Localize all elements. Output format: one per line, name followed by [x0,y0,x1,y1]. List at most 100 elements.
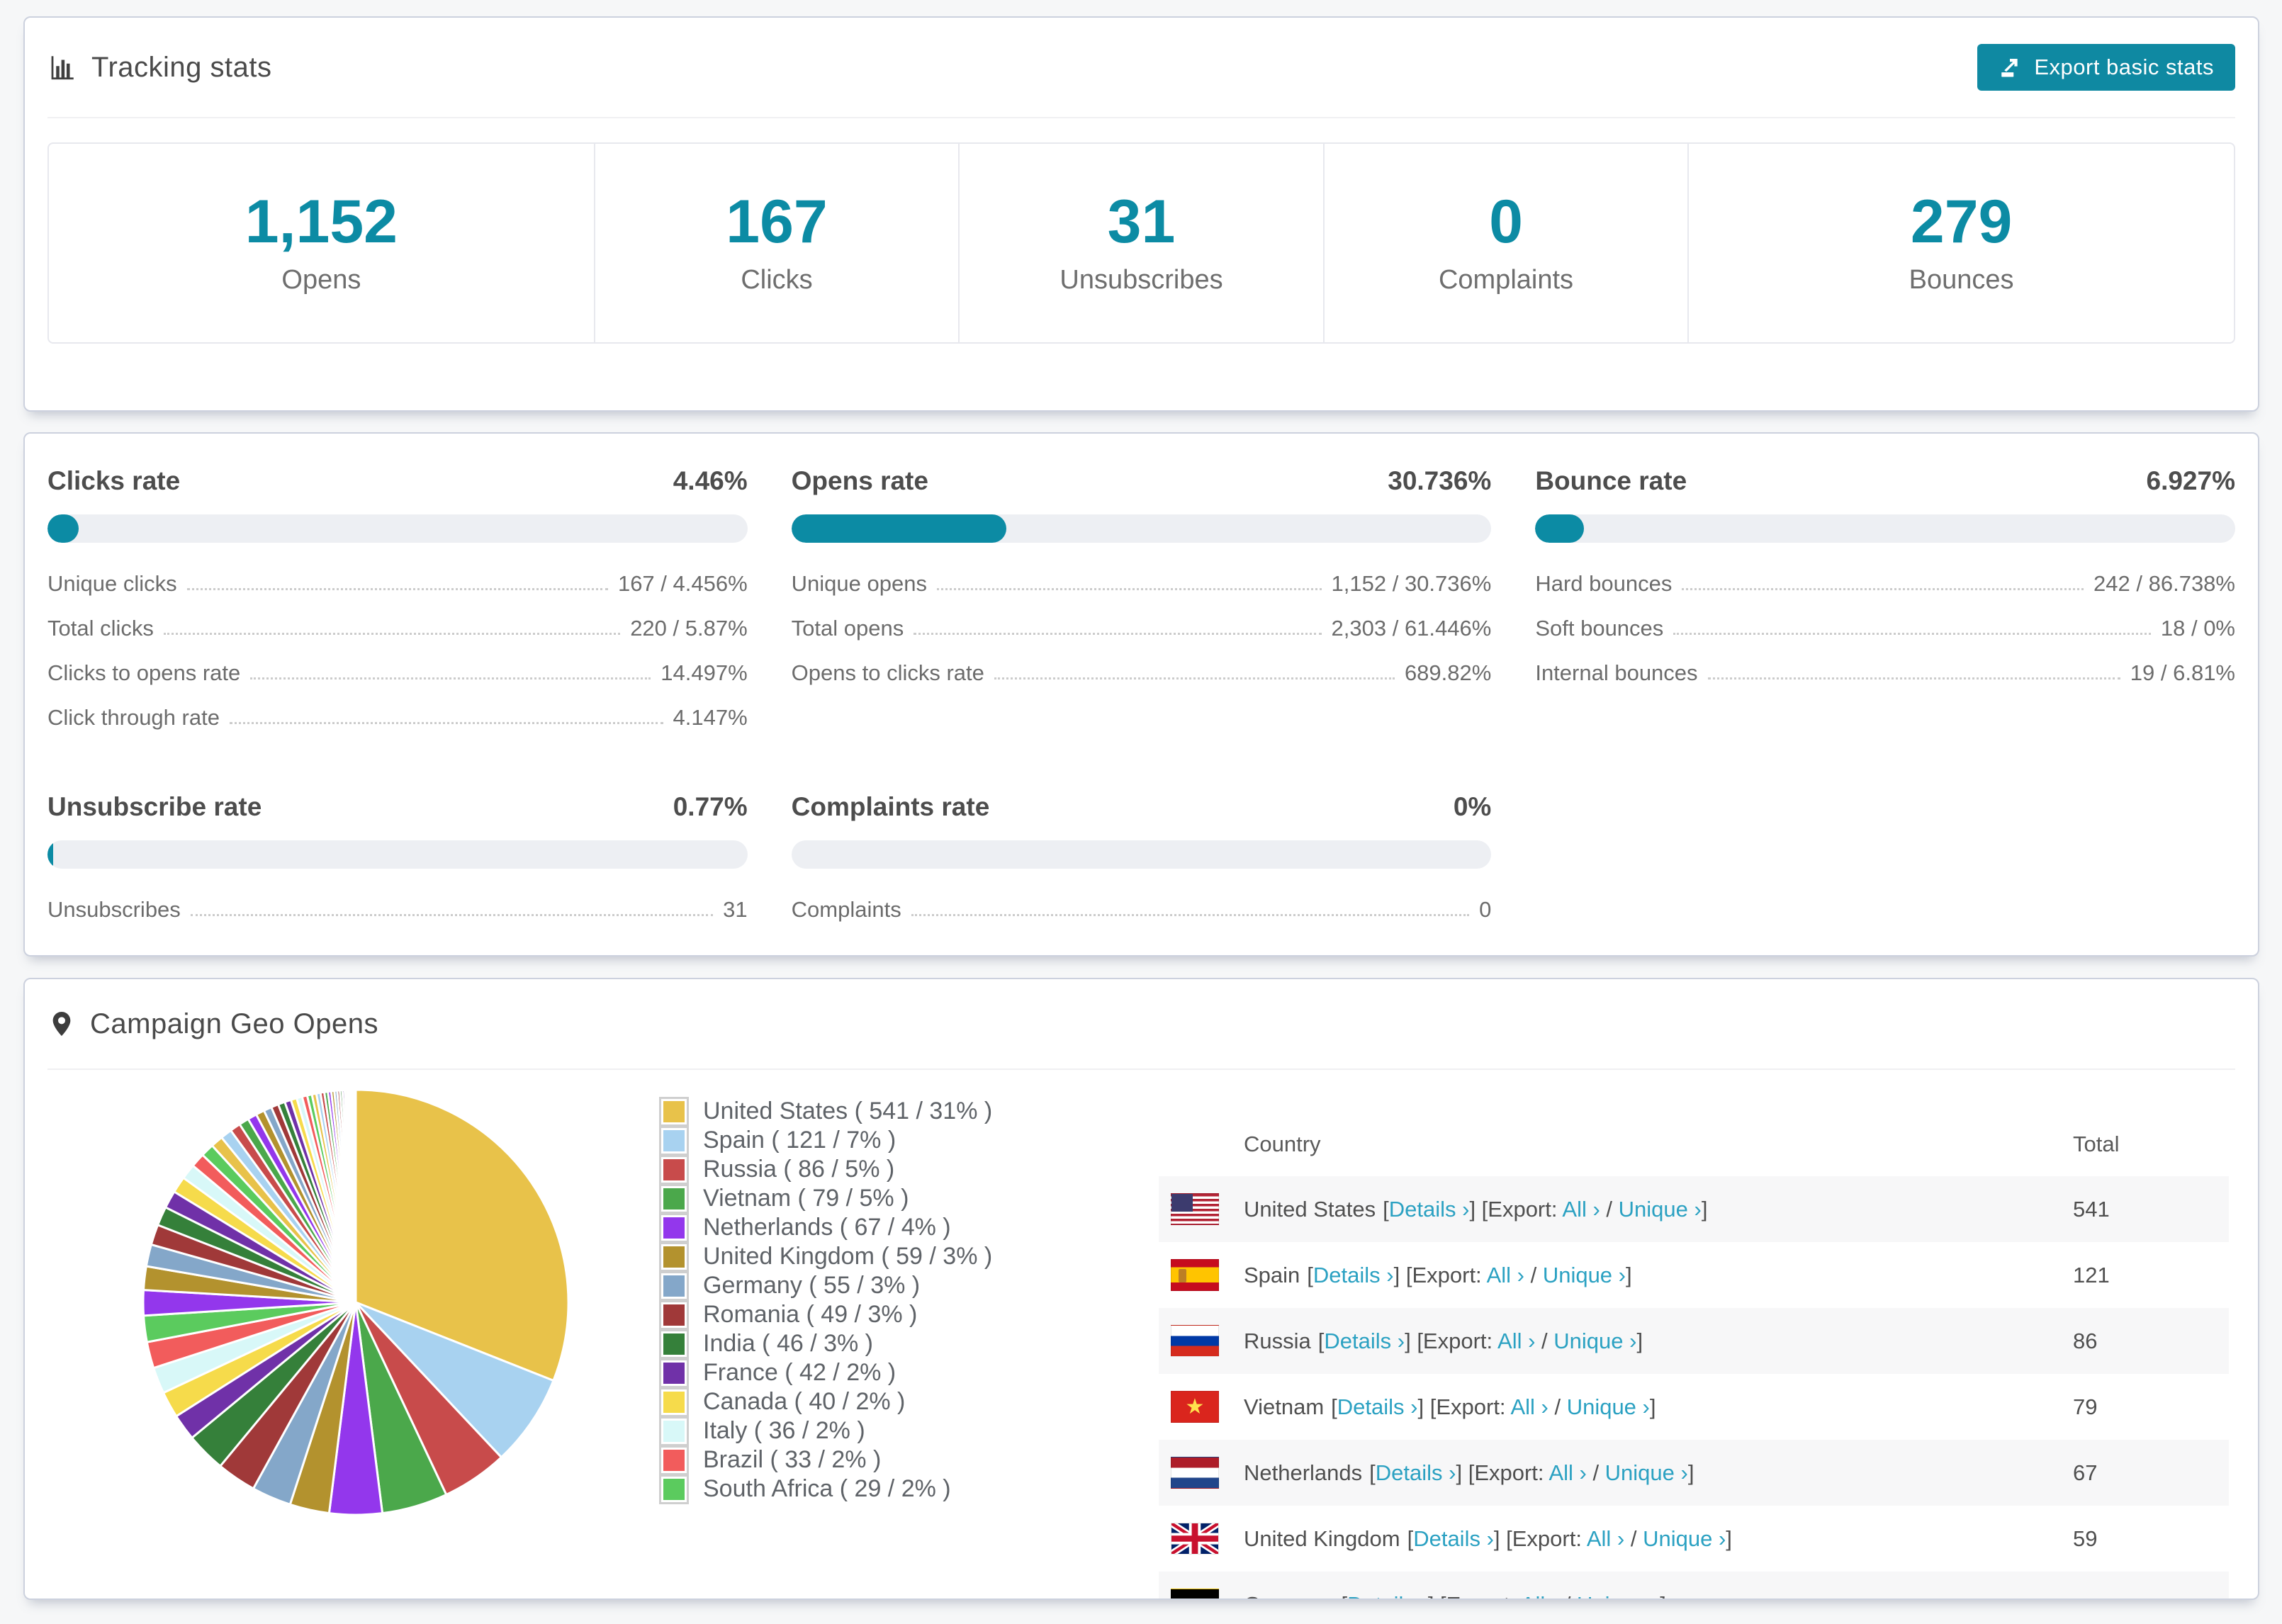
rate-section-clicks-rate: Clicks rate 4.46% Unique clicks 167 / 4.4… [47,466,748,750]
tracking-stats-header: Tracking stats Export basic stats [47,18,2235,118]
column-header-total: Total [2073,1132,2120,1156]
stat-value: 1,152 [244,187,398,256]
rate-progress-bar [47,840,748,869]
stat-label: Unsubscribes [1060,264,1223,295]
page-title: Tracking stats [91,51,272,83]
legend-swatch [659,1474,689,1504]
legend-item-romania[interactable]: Romania ( 49 / 3% ) [659,1299,992,1330]
stat-cell-bounces: 279 Bounces [1689,144,2234,342]
export-unique-link[interactable]: Unique › [1567,1394,1650,1419]
legend-item-russia[interactable]: Russia ( 86 / 5% ) [659,1154,992,1185]
geo-table-row-united-states: United States [Details ›] [Export: All › … [1159,1176,2229,1242]
export-unique-link[interactable]: Unique › [1643,1526,1726,1551]
details-link[interactable]: Details › [1337,1394,1418,1419]
legend-label: Spain ( 121 / 7% ) [703,1127,896,1154]
legend-label: United Kingdom ( 59 / 3% ) [703,1243,993,1270]
rate-progress-bar [47,514,748,543]
stat-cell-clicks: 167 Clicks [595,144,960,342]
detail-row: Click through rate 4.147% [47,705,748,730]
geo-table-row-vietnam: ★ Vietnam [Details ›] [Export: All › / Uni… [1159,1374,2229,1440]
country-name: Spain [1244,1262,1300,1287]
export-unique-link[interactable]: Unique › [1543,1263,1626,1287]
rate-value: 30.736% [1388,466,1492,495]
details-link[interactable]: Details › [1313,1263,1394,1287]
stat-value: 167 [726,187,828,256]
export-all-link[interactable]: All › [1521,1592,1558,1599]
legend-item-united-kingdom[interactable]: United Kingdom ( 59 / 3% ) [659,1241,993,1272]
legend-label: France ( 42 / 2% ) [703,1359,896,1386]
export-unique-link[interactable]: Unique › [1577,1592,1660,1599]
export-all-link[interactable]: All › [1587,1526,1624,1551]
dotted-leader [1682,588,2084,590]
legend-item-canada[interactable]: Canada ( 40 / 2% ) [659,1387,992,1417]
rate-value: 0% [1453,792,1492,821]
legend-swatch [659,1270,689,1301]
rate-title: Unsubscribe rate [47,792,262,821]
total-value: 59 [2073,1526,2098,1551]
legend-item-spain[interactable]: Spain ( 121 / 7% ) [659,1125,992,1156]
rate-title: Clicks rate [47,466,181,495]
total-value: 79 [2073,1394,2098,1419]
flag-icon-ru [1171,1325,1219,1357]
geo-table-row-germany: Germany[Details ›] [Export: All › / Uniq… [1159,1572,2229,1599]
export-all-link[interactable]: All › [1562,1197,1600,1222]
details-link[interactable]: Details › [1376,1460,1456,1485]
legend-label: Romania ( 49 / 3% ) [703,1301,918,1328]
dotted-leader [163,633,621,635]
legend-swatch [659,1387,689,1417]
rate-section-unsubscribe-rate: Unsubscribe rate 0.77% Unsubscribes 31 [47,792,748,942]
rate-value: 6.927% [2146,466,2236,495]
legend-item-india[interactable]: India ( 46 / 3% ) [659,1329,992,1359]
dotted-leader [994,677,1395,680]
export-all-link[interactable]: All › [1548,1460,1586,1485]
export-unique-link[interactable]: Unique › [1619,1197,1702,1222]
dotted-leader [914,633,1322,635]
legend-item-italy[interactable]: Italy ( 36 / 2% ) [659,1416,992,1446]
country-name: Germany [1244,1592,1334,1599]
legend-item-vietnam[interactable]: Vietnam ( 79 / 5% ) [659,1183,992,1214]
details-link[interactable]: Details › [1347,1592,1428,1599]
dotted-leader [229,722,663,724]
legend-item-south-africa[interactable]: South Africa ( 29 / 2% ) [659,1474,992,1504]
detail-row: Hard bounces 242 / 86.738% [1535,571,2235,596]
geo-table-row-netherlands: Netherlands [Details ›] [Export: All › / … [1159,1440,2229,1506]
geo-opens-pie-chart [142,1088,570,1516]
details-link[interactable]: Details › [1389,1197,1470,1222]
legend-item-netherlands[interactable]: Netherlands ( 67 / 4% ) [659,1212,992,1243]
rate-value: 0.77% [673,792,748,821]
details-link[interactable]: Details › [1413,1526,1494,1551]
stats-summary-box: 1,152 Opens 167 Clicks 31 Unsubscribes 0 Co… [47,142,2235,344]
legend-item-germany[interactable]: Germany ( 55 / 3% ) [659,1270,992,1301]
rate-value: 4.46% [673,466,748,495]
legend-label: Netherlands ( 67 / 4% ) [703,1214,951,1241]
dotted-leader [936,588,1322,590]
map-pin-icon [52,1012,71,1036]
flag-icon-us [1171,1193,1219,1225]
export-all-link[interactable]: All › [1510,1394,1548,1419]
geo-pie-legend: United States ( 541 / 31% ) Spain ( 121 … [659,1096,993,1504]
export-unique-link[interactable]: Unique › [1605,1460,1688,1485]
dotted-leader [911,914,1470,916]
export-basic-stats-button[interactable]: Export basic stats [1977,44,2235,91]
legend-item-united-states[interactable]: United States ( 541 / 31% ) [659,1096,992,1127]
legend-item-brazil[interactable]: Brazil ( 33 / 2% ) [659,1445,992,1475]
export-all-link[interactable]: All › [1487,1263,1524,1287]
tracking-stats-title: Tracking stats [47,52,271,84]
dotted-leader [1673,633,2151,635]
stat-cell-complaints: 0 Complaints [1325,144,1690,342]
pie-slice-other[interactable] [353,1088,357,1303]
geo-header: Campaign Geo Opens [47,979,2235,1070]
export-all-link[interactable]: All › [1497,1329,1535,1353]
stat-label: Opens [281,264,361,295]
rate-section-opens-rate: Opens rate 30.736% Unique opens 1,152 / 3… [791,466,1492,750]
details-link[interactable]: Details › [1324,1329,1405,1353]
total-value: 541 [2073,1196,2110,1222]
rate-progress-bar [791,514,1492,543]
geo-table-row-russia: Russia [Details ›] [Export: All › / Uniqu… [1159,1308,2229,1374]
country-name: Netherlands [1244,1460,1363,1485]
legend-swatch [659,1096,689,1127]
legend-item-france[interactable]: France ( 42 / 2% ) [659,1358,992,1388]
dotted-leader [250,677,651,680]
detail-row: Internal bounces 19 / 6.81% [1535,660,2235,685]
export-unique-link[interactable]: Unique › [1553,1329,1636,1353]
